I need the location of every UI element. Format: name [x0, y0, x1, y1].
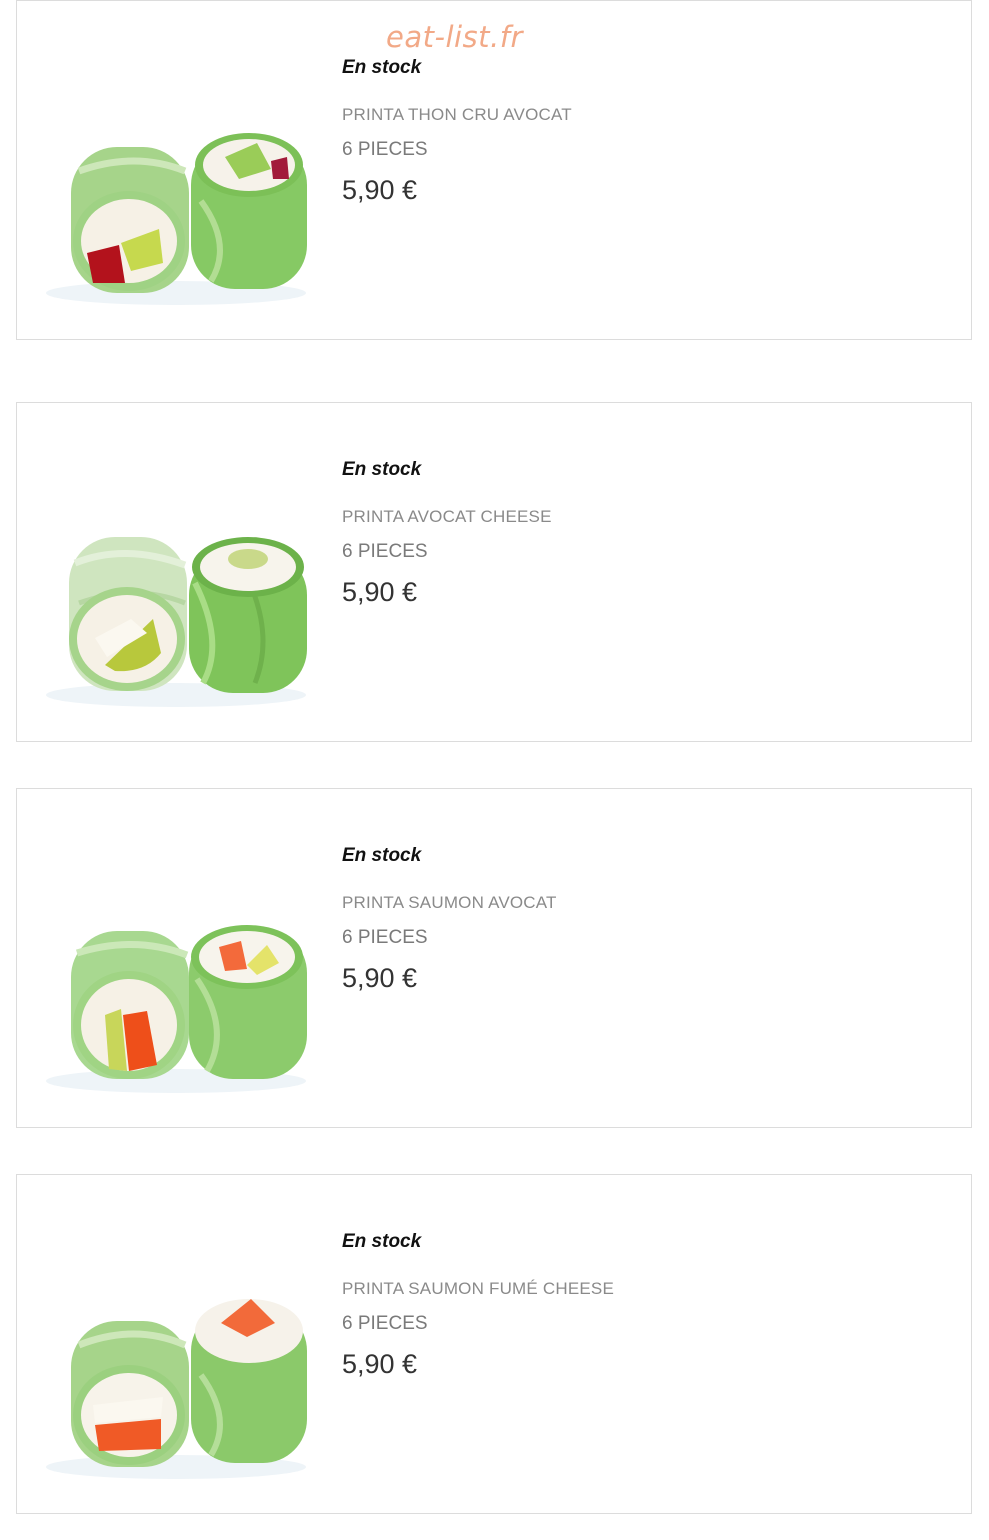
- stock-status: En stock: [342, 459, 422, 480]
- product-pieces: 6 PIECES: [342, 139, 428, 160]
- product-image[interactable]: [35, 1205, 317, 1489]
- site-watermark: eat-list.fr: [386, 20, 523, 54]
- product-image[interactable]: [35, 819, 317, 1103]
- product-card: En stock PRINTA AVOCAT CHEESE 6 PIECES 5…: [16, 402, 972, 742]
- product-name[interactable]: PRINTA SAUMON FUMÉ CHEESE: [342, 1279, 614, 1299]
- product-pieces: 6 PIECES: [342, 541, 428, 562]
- product-price: 5,90 €: [342, 577, 418, 607]
- product-name[interactable]: PRINTA THON CRU AVOCAT: [342, 105, 572, 125]
- product-card: En stock PRINTA SAUMON AVOCAT 6 PIECES 5…: [16, 788, 972, 1128]
- product-pieces: 6 PIECES: [342, 1313, 428, 1334]
- product-price: 5,90 €: [342, 1349, 418, 1379]
- product-image[interactable]: [35, 31, 317, 315]
- product-pieces: 6 PIECES: [342, 927, 428, 948]
- product-price: 5,90 €: [342, 175, 418, 205]
- stock-status: En stock: [342, 57, 422, 78]
- product-image[interactable]: [35, 433, 317, 717]
- product-card: En stock PRINTA SAUMON FUMÉ CHEESE 6 PIE…: [16, 1174, 972, 1514]
- product-price: 5,90 €: [342, 963, 418, 993]
- stock-status: En stock: [342, 1231, 422, 1252]
- product-name[interactable]: PRINTA AVOCAT CHEESE: [342, 507, 552, 527]
- stock-status: En stock: [342, 845, 422, 866]
- product-name[interactable]: PRINTA SAUMON AVOCAT: [342, 893, 557, 913]
